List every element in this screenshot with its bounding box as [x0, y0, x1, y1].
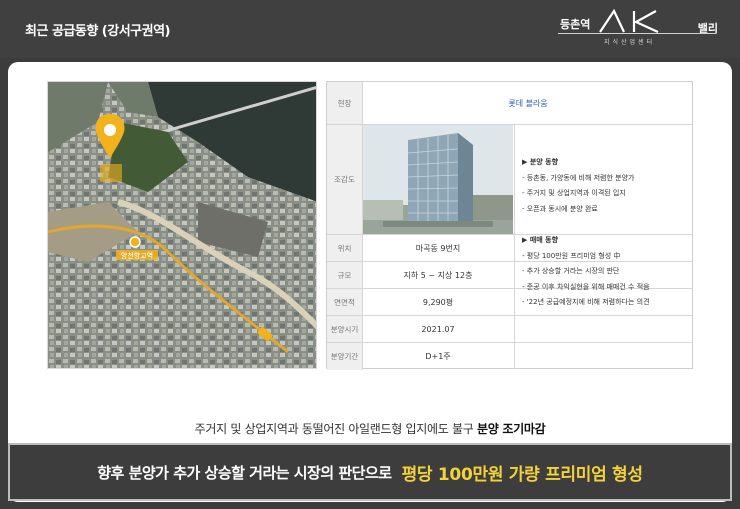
banner-text: 향후 분양가 추가 상승할 거라는 시장의 판단으로 — [97, 463, 392, 482]
scale-value: 지하 5 ~ 지상 12층 — [403, 270, 473, 280]
conclusion-banner: 향후 분양가 추가 상승할 거라는 시장의 판단으로 평당 100만원 가량 프… — [8, 443, 732, 501]
header-bar: 최근 공급동향 (강서구권역) 등촌역 밸리 지식산업센터 — [0, 0, 740, 58]
aerial-map: 양천향교역 — [47, 81, 317, 369]
page-title: 최근 공급동향 (강서구권역) — [25, 24, 171, 39]
sale-trend-item: - 주거지 및 상업지역과 이격된 입지 — [522, 189, 626, 197]
building-rendering-image — [363, 125, 513, 234]
summary-text: 주거지 및 상업지역과 동떨어진 아일랜드형 입지에도 불구 — [194, 422, 474, 436]
station-label: 양천향교역 — [121, 251, 153, 260]
sale-period-label: 분양기간 — [327, 343, 363, 370]
site-label: 현장 — [327, 82, 363, 124]
sale-trend-item: - 오픈과 동시에 분양 완료 — [522, 204, 598, 213]
brand-subtitle: 지식산업센터 — [604, 39, 656, 46]
sale-date-value: 2021.07 — [421, 324, 455, 334]
aerial-map-image: 양천향교역 — [48, 82, 316, 368]
table-row-site: 현장 롯데 블라움 — [327, 82, 692, 125]
sale-trend-title: ▶ 분양 동향 — [522, 158, 559, 166]
content-panel: 양천향교역 현장 롯데 블라움 조감도 위치 마곡동 9번지 규모 지하 5 ~… — [8, 62, 732, 502]
sale-date-label: 분양시기 — [327, 316, 363, 342]
scale-label: 규모 — [327, 262, 363, 288]
banner-highlight: 평당 100만원 가량 프리미엄 형성 — [401, 464, 643, 485]
sale-trend-item: - 등촌동, 가양동에 비해 저렴한 분양가 — [522, 173, 635, 182]
site-value: 롯데 블라움 — [508, 98, 548, 108]
brand-logo: 등촌역 밸리 지식산업센터 — [552, 6, 722, 50]
project-info-table: 현장 롯데 블라움 조감도 위치 마곡동 9번지 규모 지하 5 ~ 지상 12… — [326, 81, 693, 370]
trade-trend-item: - 준공 이후 차익실현을 위해 매매건 수 적음 — [522, 282, 650, 291]
trade-trend-item: - 추가 상승할 거라는 시장의 판단 — [522, 267, 620, 275]
floor-area-label: 연면적 — [327, 289, 363, 315]
trade-trend-item: - '22년 공급예정지에 비해 저렴하다는 의견 — [522, 298, 650, 306]
sale-period-value: D+1주 — [425, 352, 451, 361]
summary-emphasis: 분양 조기마감 — [477, 422, 546, 436]
rendering-label: 조감도 — [327, 125, 363, 234]
ak-logo-icon — [599, 8, 659, 34]
summary-line: 주거지 및 상업지역과 동떨어진 아일랜드형 입지에도 불구 분양 조기마감 — [8, 420, 732, 437]
location-value: 마곡동 9번지 — [415, 243, 461, 253]
location-label: 위치 — [327, 235, 363, 261]
trade-trend-title: ▶ 매매 동향 — [522, 236, 559, 244]
market-notes: ▶ 분양 동향 - 등촌동, 가양동에 비해 저렴한 분양가 - 주거지 및 상… — [514, 125, 693, 369]
brand-underline — [558, 33, 716, 34]
trade-trend-item: - 평당 100만원 프리미엄 형성 中 — [522, 251, 621, 260]
brand-left-text: 등촌역 — [560, 18, 591, 31]
floor-area-value: 9,290평 — [422, 297, 454, 307]
building-rendering — [363, 125, 513, 234]
